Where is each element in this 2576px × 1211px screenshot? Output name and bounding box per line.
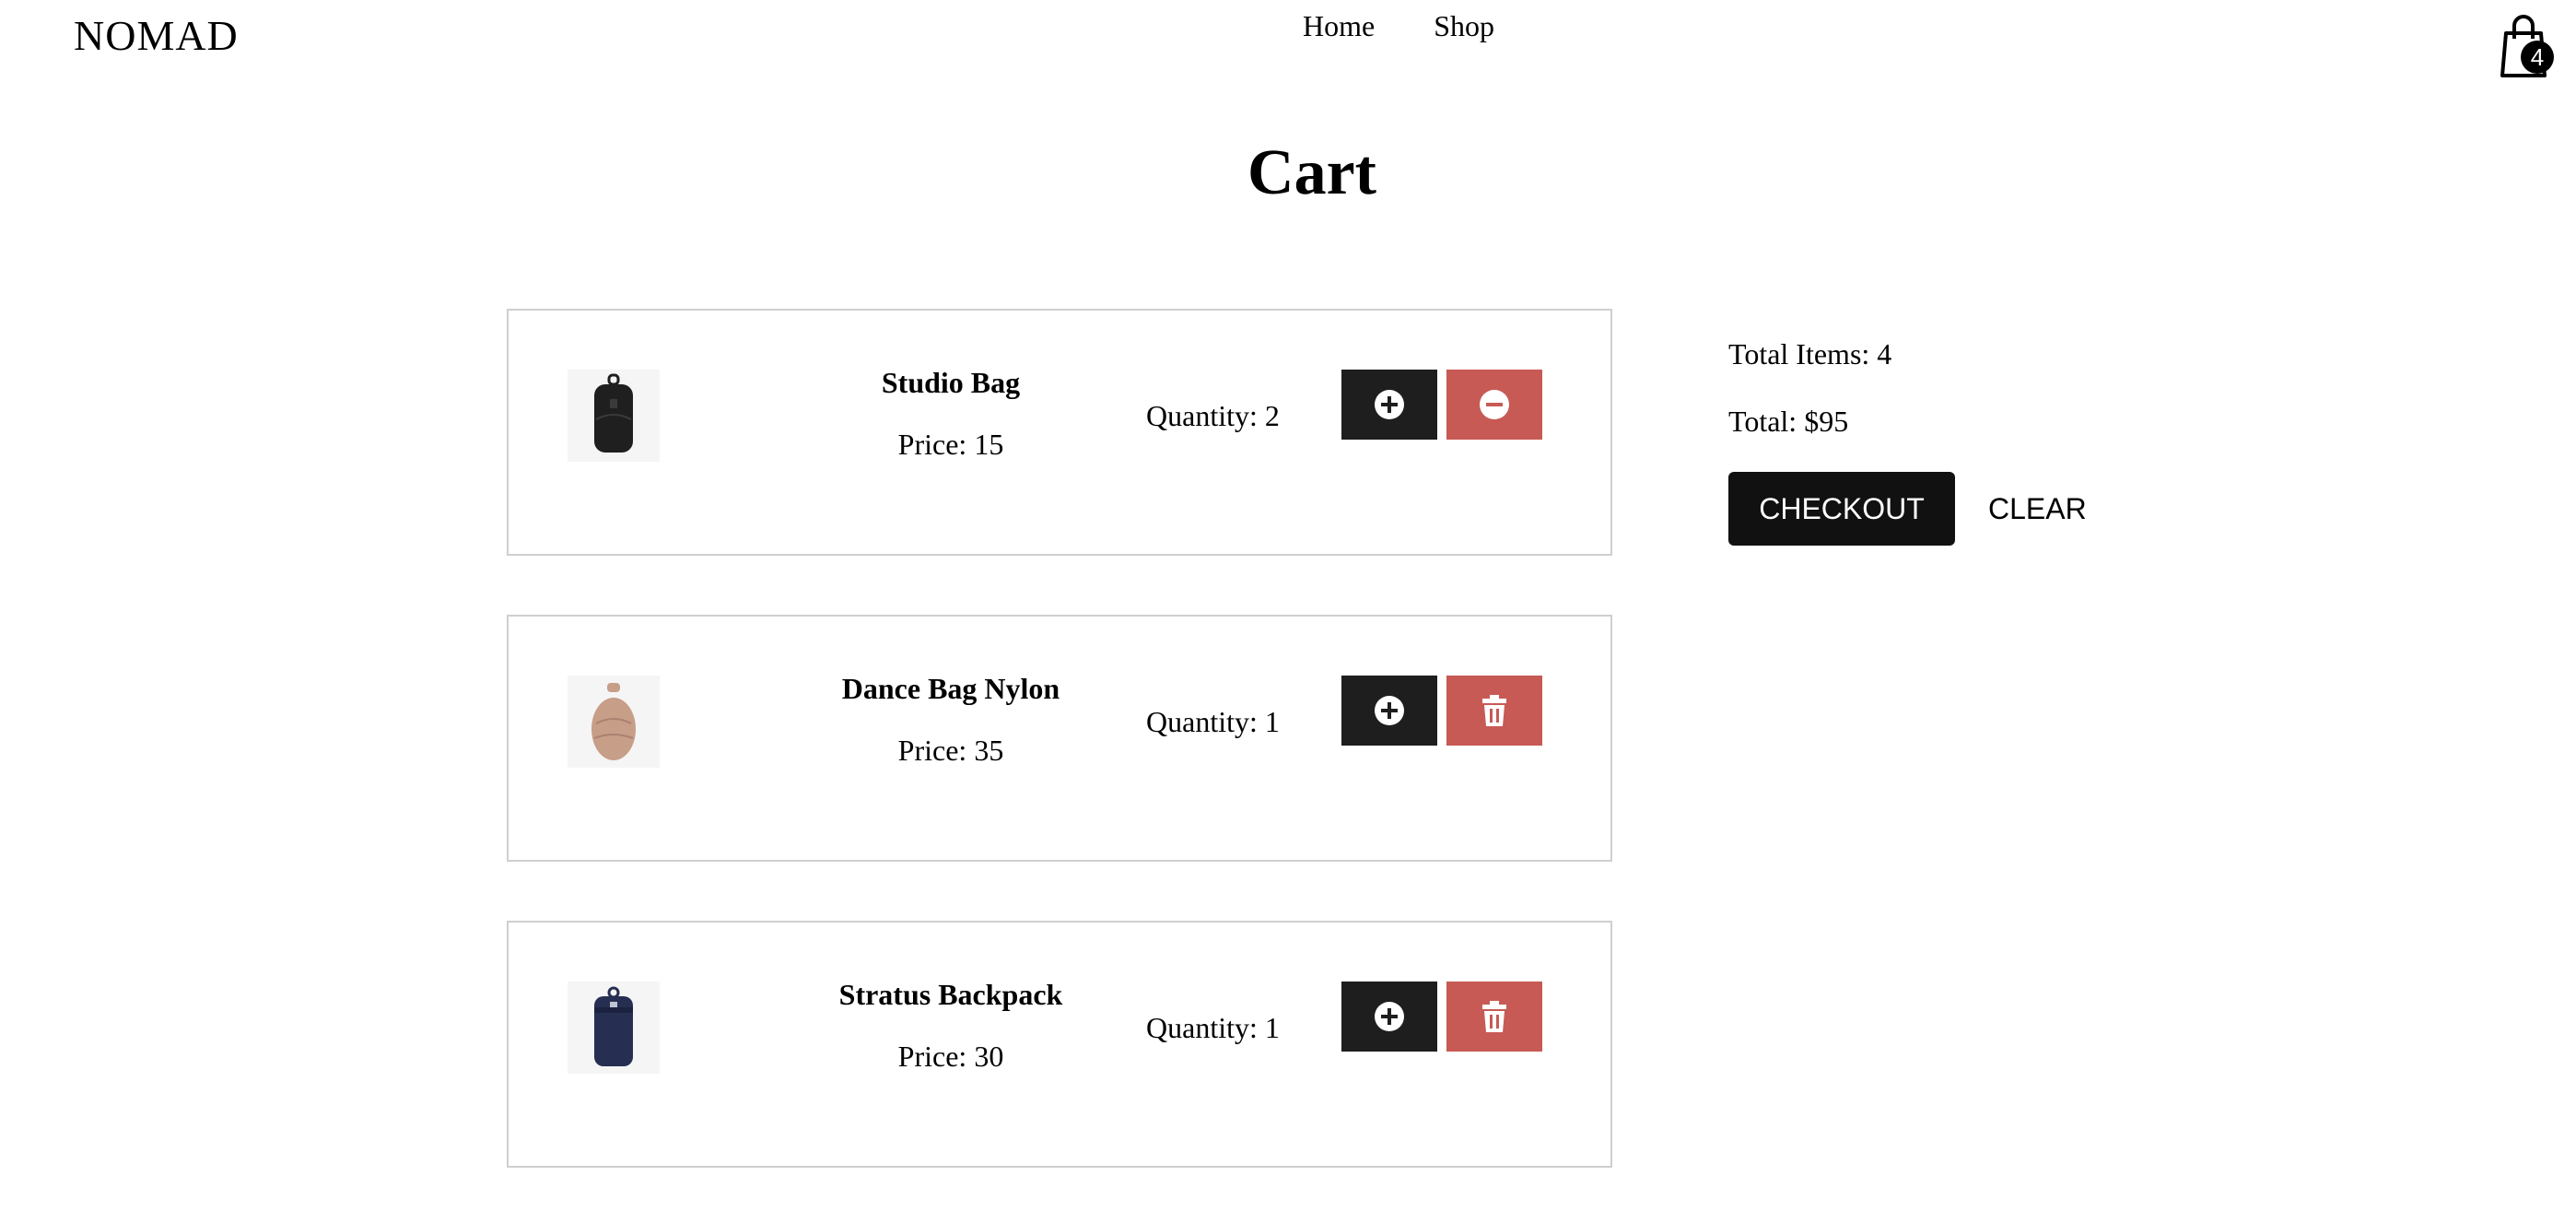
cart-item: Studio Bag Price: 15 Quantity: 2 [507, 309, 1612, 556]
trash-icon [1482, 1001, 1506, 1032]
increase-quantity-button[interactable] [1341, 676, 1437, 746]
increase-quantity-button[interactable] [1341, 370, 1437, 440]
brand-logo[interactable]: NOMAD [74, 11, 239, 60]
total-items: Total Items: 4 [1728, 337, 1892, 370]
item-name: Stratus Backpack [838, 978, 1063, 1011]
clear-cart-button[interactable]: CLEAR [1988, 492, 2087, 526]
cart-count-badge: 4 [2521, 41, 2554, 74]
cart-summary: Total Items: 4 Total: $95 CHECKOUT CLEAR [1728, 337, 2087, 546]
item-quantity: Quantity: 1 [1146, 705, 1280, 738]
item-price: Price: 35 [897, 734, 1004, 767]
page-title: Cart [1247, 137, 1376, 208]
trash-icon [1482, 695, 1506, 726]
plus-circle-icon [1375, 696, 1404, 725]
decrease-quantity-button[interactable] [1446, 370, 1542, 440]
remove-item-button[interactable] [1446, 676, 1542, 746]
cart-item: Dance Bag Nylon Price: 35 Quantity: 1 [507, 615, 1612, 862]
item-price: Price: 30 [897, 1040, 1004, 1073]
product-image [568, 676, 660, 768]
product-image [568, 982, 660, 1074]
remove-item-button[interactable] [1446, 982, 1542, 1052]
cart-item: Stratus Backpack Price: 30 Quantity: 1 [507, 921, 1612, 1168]
nav-link-shop[interactable]: Shop [1434, 9, 1494, 43]
nav-link-home[interactable]: Home [1303, 9, 1375, 43]
product-image [568, 370, 660, 462]
summary-actions: CHECKOUT CLEAR [1728, 472, 2087, 546]
main-nav: Home Shop [1303, 9, 1494, 43]
item-quantity: Quantity: 2 [1146, 399, 1280, 432]
plus-circle-icon [1375, 390, 1404, 419]
item-name: Studio Bag [881, 366, 1021, 399]
item-quantity: Quantity: 1 [1146, 1011, 1280, 1044]
item-info: Studio Bag Price: 15 [767, 366, 1135, 462]
cart-item-list: Studio Bag Price: 15 Quantity: 2 Dance B… [507, 309, 1612, 1211]
cart-page: NOMAD Home Shop 4 Cart Studio Bag Price:… [0, 0, 2576, 1211]
item-name: Dance Bag Nylon [841, 672, 1060, 705]
minus-circle-icon [1480, 390, 1509, 419]
item-info: Stratus Backpack Price: 30 [767, 978, 1135, 1074]
item-info: Dance Bag Nylon Price: 35 [767, 672, 1135, 768]
checkout-button[interactable]: CHECKOUT [1728, 472, 1955, 546]
plus-circle-icon [1375, 1002, 1404, 1031]
increase-quantity-button[interactable] [1341, 982, 1437, 1052]
total-price: Total: $95 [1728, 405, 1849, 438]
item-price: Price: 15 [897, 428, 1004, 461]
